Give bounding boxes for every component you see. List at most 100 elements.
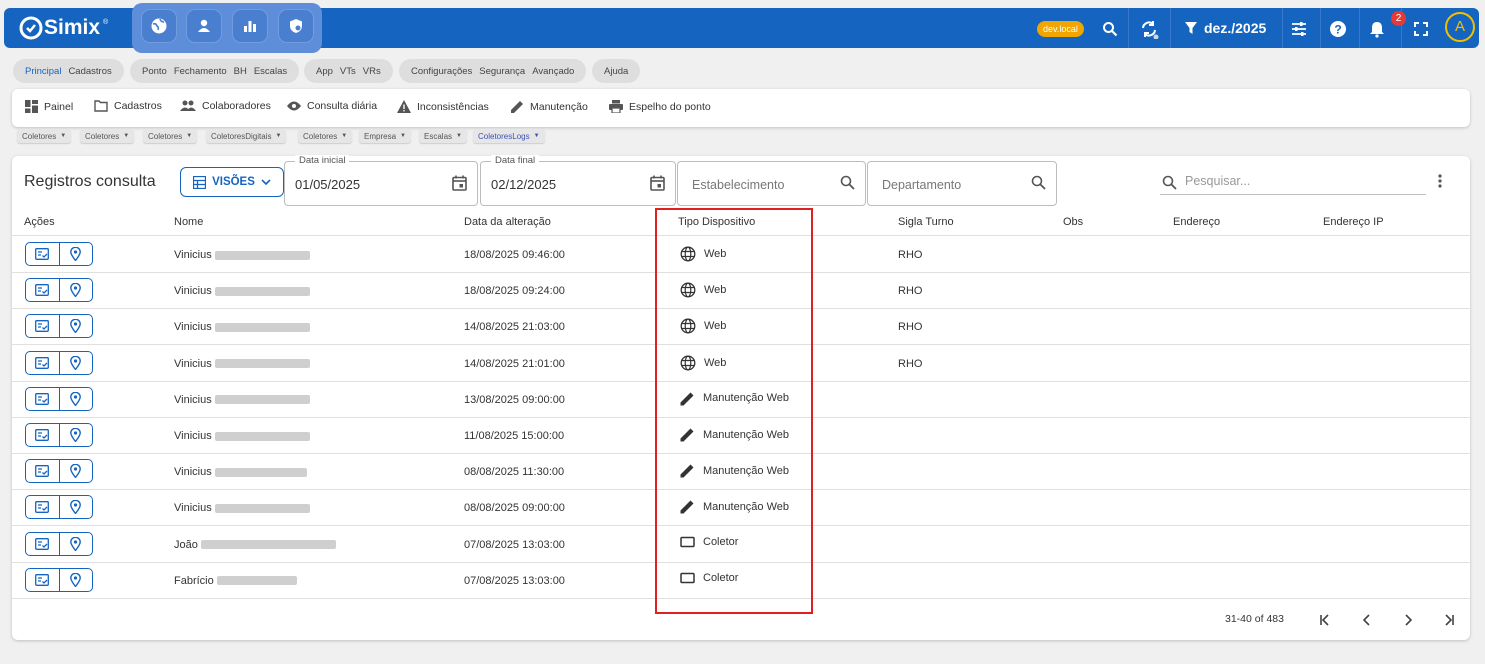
module-security-button[interactable] (278, 9, 314, 43)
date-end-field[interactable]: Data final 02/12/2025 (480, 155, 676, 206)
caret-down-icon: ▼ (123, 133, 130, 139)
sync-button[interactable] (1138, 18, 1160, 40)
views-label: VISÕES (212, 176, 255, 188)
menu-group-app[interactable]: App VTs VRs (304, 59, 393, 83)
nav-label: Colaboradores (202, 100, 271, 112)
menu-group-ponto[interactable]: Ponto Fechamento BH Escalas (130, 59, 300, 83)
col-data-alteracao[interactable]: Data da alteração (464, 216, 551, 228)
search-icon[interactable] (840, 175, 855, 190)
search-button[interactable] (1099, 18, 1121, 40)
row-actions (25, 350, 93, 375)
menu-group-ajuda[interactable]: Ajuda (592, 59, 641, 83)
menu-item-bh[interactable]: BH (234, 66, 247, 77)
col-endereco-ip[interactable]: Endereço IP (1323, 216, 1384, 228)
col-sigla-turno[interactable]: Sigla Turno (898, 216, 954, 228)
menu-item-avancado[interactable]: Avançado (532, 66, 574, 77)
location-button[interactable] (58, 351, 92, 374)
col-nome[interactable]: Nome (174, 216, 203, 228)
subtab-coletores-3[interactable]: Coletores ▼ (143, 129, 198, 143)
edit-record-button[interactable] (26, 569, 59, 591)
location-button[interactable] (58, 279, 92, 302)
menu-item-vts[interactable]: VTs (340, 66, 356, 77)
module-chart-button[interactable] (232, 9, 268, 43)
col-endereco[interactable]: Endereço (1173, 216, 1220, 228)
views-button[interactable]: VISÕES (180, 167, 284, 197)
nav-colaboradores[interactable]: Colaboradores (180, 100, 271, 112)
menu-item-ponto[interactable]: Ponto (142, 66, 167, 77)
edit-record-button[interactable] (26, 279, 59, 301)
edit-record-button[interactable] (26, 496, 59, 518)
location-button[interactable] (58, 424, 92, 446)
department-field[interactable]: Departamento (867, 161, 1057, 206)
menu-item-seguranca[interactable]: Segurança (479, 66, 525, 77)
next-page-button[interactable] (1399, 611, 1417, 629)
subtab-coletores-logs[interactable]: ColetoresLogs ▼ (473, 129, 545, 143)
edit-record-button[interactable] (26, 352, 59, 374)
menu-group-config[interactable]: Configurações Segurança Avançado (399, 59, 587, 83)
subtab-empresa[interactable]: Empresa ▼ (359, 129, 411, 143)
first-page-button[interactable] (1316, 611, 1334, 629)
module-globe-button[interactable] (141, 9, 177, 43)
calendar-icon[interactable] (452, 175, 467, 191)
table-search-input[interactable]: Pesquisar... (1160, 171, 1426, 195)
subtab-escalas[interactable]: Escalas ▼ (419, 129, 467, 143)
location-button[interactable] (58, 315, 92, 338)
date-start-field[interactable]: Data inicial 01/05/2025 (284, 155, 478, 206)
nav-painel[interactable]: Painel (25, 100, 73, 113)
nav-manutencao[interactable]: Manutenção (511, 100, 588, 113)
subtab-coletores-2[interactable]: Coletores ▼ (80, 129, 135, 143)
location-button[interactable] (58, 387, 92, 410)
person-icon (198, 19, 210, 32)
menu-item-escalas[interactable]: Escalas (254, 66, 287, 77)
menu-item-configuracoes[interactable]: Configurações (411, 66, 472, 77)
pencil-icon (680, 464, 694, 478)
menu-item-ajuda[interactable]: Ajuda (604, 66, 628, 77)
location-button[interactable] (58, 568, 92, 591)
help-button[interactable]: ? (1327, 18, 1349, 40)
edit-record-button[interactable] (26, 533, 59, 555)
edit-record-button[interactable] (26, 424, 59, 446)
device-cell: Web (680, 318, 726, 334)
nav-cadastros[interactable]: Cadastros (94, 100, 162, 112)
period-filter[interactable]: dez./2025 (1184, 16, 1266, 40)
nav-consulta-diaria[interactable]: Consulta diária (287, 100, 377, 112)
brand-logo[interactable]: Simix ® (18, 13, 108, 43)
prev-page-button[interactable] (1358, 611, 1376, 629)
location-pin-icon (70, 536, 82, 551)
location-button[interactable] (58, 460, 92, 483)
notifications-button[interactable] (1366, 18, 1388, 40)
name-cell: Vinicius (174, 321, 310, 333)
establishment-field[interactable]: Estabelecimento (677, 161, 866, 206)
edit-record-button[interactable] (26, 315, 59, 337)
subtab-coletores-4[interactable]: Coletores ▼ (298, 129, 353, 143)
col-acoes[interactable]: Ações (24, 216, 55, 228)
redacted-surname (214, 322, 310, 332)
nav-inconsistencias[interactable]: Inconsistências (397, 100, 489, 113)
fullscreen-button[interactable] (1410, 18, 1432, 40)
location-button[interactable] (58, 243, 92, 265)
module-person-button[interactable] (186, 9, 222, 43)
search-icon[interactable] (1031, 175, 1046, 190)
menu-item-principal[interactable]: Principal (25, 66, 61, 77)
menu-item-app[interactable]: App (316, 66, 333, 77)
menu-group-principal[interactable]: Principal Cadastros (13, 59, 124, 83)
user-avatar[interactable]: A (1445, 12, 1475, 42)
subtab-coletores-1[interactable]: Coletores ▼ (17, 129, 72, 143)
calendar-icon[interactable] (650, 175, 665, 191)
subtab-coletores-digitais[interactable]: ColetoresDigitais ▼ (206, 129, 287, 143)
shift-cell: RHO (898, 321, 923, 334)
nav-espelho-ponto[interactable]: Espelho do ponto (609, 100, 711, 113)
col-tipo-dispositivo[interactable]: Tipo Dispositivo (678, 216, 755, 228)
edit-record-button[interactable] (26, 388, 59, 410)
location-button[interactable] (58, 532, 92, 555)
location-button[interactable] (58, 496, 92, 519)
last-page-button[interactable] (1440, 611, 1458, 629)
menu-item-vrs[interactable]: VRs (363, 66, 381, 77)
col-obs[interactable]: Obs (1063, 216, 1083, 228)
more-vert-icon[interactable] (1438, 174, 1442, 188)
menu-item-fechamento[interactable]: Fechamento (174, 66, 227, 77)
menu-item-cadastros[interactable]: Cadastros (68, 66, 111, 77)
settings-tune-button[interactable] (1288, 18, 1310, 40)
edit-record-button[interactable] (26, 460, 59, 482)
edit-record-button[interactable] (26, 243, 59, 265)
